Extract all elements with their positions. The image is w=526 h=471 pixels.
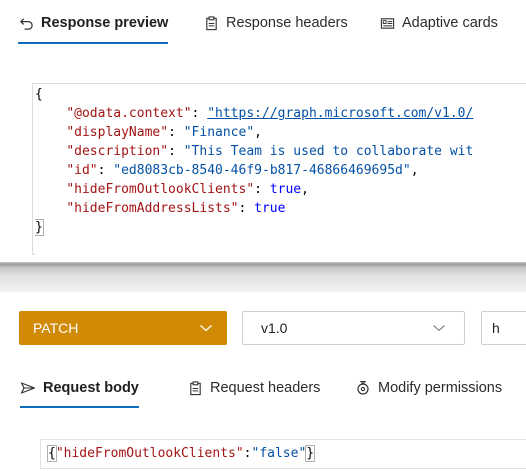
response-panel: Response preview Response headers Adapti… bbox=[0, 0, 526, 262]
json-line: "@odata.context": "https://graph.microso… bbox=[66, 106, 474, 121]
card-icon bbox=[379, 15, 395, 31]
json-line: "hideFromAddressLists": true bbox=[66, 201, 286, 216]
tab-label: Response preview bbox=[41, 15, 169, 31]
undo-arrow-icon bbox=[18, 15, 34, 31]
response-tabbar: Response preview Response headers Adapti… bbox=[0, 0, 526, 46]
version-dropdown[interactable]: v1.0 bbox=[242, 311, 465, 345]
json-open-brace: { bbox=[35, 87, 43, 102]
send-arrow-icon bbox=[20, 380, 36, 396]
active-tab-indicator bbox=[20, 406, 139, 408]
clipboard-icon bbox=[187, 380, 203, 396]
tab-label: Request body bbox=[43, 380, 139, 396]
tab-response-preview[interactable]: Response preview bbox=[18, 0, 169, 46]
http-method-dropdown[interactable]: PATCH bbox=[19, 311, 227, 345]
tab-request-headers[interactable]: Request headers bbox=[187, 366, 320, 410]
tab-response-headers[interactable]: Response headers bbox=[203, 0, 348, 46]
chevron-down-icon bbox=[432, 320, 446, 336]
json-line: "id": "ed8083cb-8540-46f9-b817-468664696… bbox=[66, 163, 419, 178]
request-url-input[interactable]: h bbox=[481, 311, 526, 345]
tab-request-body[interactable]: Request body bbox=[20, 366, 139, 410]
method-value: PATCH bbox=[33, 320, 79, 336]
request-body-editor[interactable]: {"hideFromOutlookClients":"false"} bbox=[47, 444, 316, 463]
tab-label: Request headers bbox=[210, 380, 321, 396]
json-close-brace: } bbox=[35, 219, 44, 236]
tab-label: Modify permissions bbox=[378, 380, 503, 396]
json-line: "description": "This Team is used to col… bbox=[66, 144, 474, 159]
context-url-link[interactable]: "https://graph.microsoft.com/v1.0/ bbox=[207, 106, 473, 121]
response-json-editor[interactable]: { "@odata.context": "https://graph.micro… bbox=[35, 85, 526, 255]
panel-splitter[interactable] bbox=[0, 262, 526, 292]
url-value: h bbox=[492, 320, 500, 336]
version-value: v1.0 bbox=[261, 320, 288, 336]
tab-adaptive-cards[interactable]: Adaptive cards bbox=[379, 0, 498, 46]
key-shield-icon bbox=[355, 380, 371, 396]
tab-modify-permissions[interactable]: Modify permissions bbox=[355, 366, 502, 410]
json-line: "hideFromOutlookClients": true, bbox=[66, 182, 309, 197]
request-tabbar: Request body Request headers Modify perm… bbox=[0, 366, 526, 410]
clipboard-icon bbox=[203, 15, 219, 31]
tab-label: Adaptive cards bbox=[402, 15, 498, 31]
chevron-down-icon bbox=[199, 320, 213, 336]
json-line: "displayName": "Finance", bbox=[66, 125, 262, 140]
tab-label: Response headers bbox=[226, 15, 348, 31]
active-tab-indicator bbox=[18, 42, 169, 44]
